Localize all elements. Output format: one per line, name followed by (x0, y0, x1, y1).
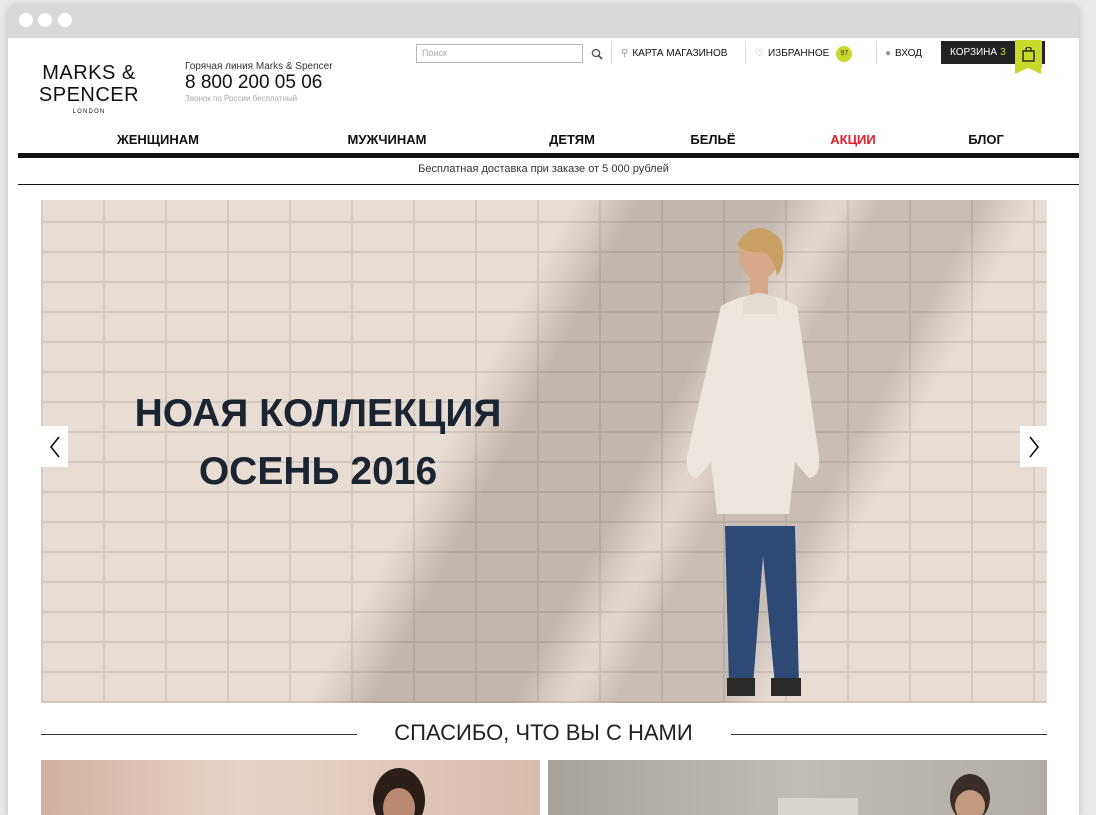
promo-tile-women-image (373, 768, 425, 815)
nav-item-men[interactable]: МУЖЧИНАМ (348, 132, 427, 147)
cart-label: КОРЗИНА (950, 47, 998, 58)
logo-line-2: SPENCER (38, 84, 140, 106)
logo-line-1: MARKS & (42, 62, 136, 84)
promo-divider (18, 184, 1079, 185)
hero-title-line-1: НОАЯ КОЛЛЕКЦИЯ (134, 392, 502, 435)
window-titlebar (8, 4, 1079, 38)
logo-line-3: LONDON (72, 109, 106, 115)
hotline-label: Горячая линия Marks & Spencer (185, 61, 333, 72)
cart-bag-icon[interactable] (1015, 40, 1042, 74)
nav-item-sale[interactable]: АКЦИИ (830, 132, 876, 147)
chevron-left-icon (49, 436, 60, 457)
promo-tile-women[interactable] (41, 760, 540, 815)
delivery-promo-banner: Бесплатная доставка при заказе от 5 000 … (418, 163, 669, 175)
cart-count: 3 (1000, 47, 1006, 58)
hero-title-line-2: ОСЕНЬ 2016 (198, 450, 438, 493)
promo-tile-men-image (778, 774, 990, 815)
divider (611, 41, 612, 64)
nav-item-lingerie[interactable]: БЕЛЬЁ (690, 132, 735, 147)
hero-banner[interactable]: НОАЯ КОЛЛЕКЦИЯ ОСЕНЬ 2016 (41, 200, 1047, 703)
favorites-link[interactable]: ♡ ИЗБРАННОЕ 97 (755, 44, 853, 63)
window-zoom-dot[interactable] (58, 13, 72, 27)
hotline-phone[interactable]: 8 800 200 05 06 (185, 72, 322, 94)
user-icon: ● (885, 48, 892, 59)
shopping-bag-icon (1022, 46, 1035, 62)
nav-divider (18, 153, 1079, 158)
login-label: ВХОД (895, 48, 922, 59)
hotline-note: Звонок по России бесплатный (185, 94, 298, 103)
nav-item-women[interactable]: ЖЕНЩИНАМ (117, 132, 199, 147)
search-input[interactable]: Поиск (416, 44, 583, 63)
browser-window: Поиск ⚲ КАРТА МАГАЗИНОВ ♡ ИЗБРАННОЕ 97 ●… (8, 4, 1079, 815)
store-map-link[interactable]: ⚲ КАРТА МАГАЗИНОВ (621, 44, 727, 63)
window-minimize-dot[interactable] (38, 13, 52, 27)
search-button[interactable] (587, 44, 607, 63)
promo-tile-men[interactable] (548, 760, 1047, 815)
divider (745, 41, 746, 64)
search-icon (591, 48, 603, 60)
nav-item-kids[interactable]: ДЕТЯМ (549, 132, 595, 147)
chevron-right-icon (1028, 436, 1039, 457)
nav-item-blog[interactable]: БЛОГ (968, 132, 1004, 147)
window-close-dot[interactable] (19, 13, 33, 27)
slider-prev-button[interactable] (41, 426, 68, 467)
favorites-count-badge: 97 (836, 45, 853, 62)
login-link[interactable]: ● ВХОД (885, 44, 922, 63)
location-pin-icon: ⚲ (621, 48, 629, 59)
store-map-label: КАРТА МАГАЗИНОВ (632, 48, 728, 59)
hero-model-image (686, 227, 820, 696)
section-heading-text: СПАСИБО, ЧТО ВЫ С НАМИ (376, 720, 711, 745)
brand-logo[interactable]: MARKS & SPENCER LONDON (34, 62, 144, 115)
page: Поиск ⚲ КАРТА МАГАЗИНОВ ♡ ИЗБРАННОЕ 97 ●… (8, 38, 1079, 815)
divider (876, 41, 877, 64)
heart-icon: ♡ (755, 48, 764, 59)
section-heading: СПАСИБО, ЧТО ВЫ С НАМИ (8, 720, 1079, 746)
favorites-label: ИЗБРАННОЕ (767, 48, 830, 59)
slider-next-button[interactable] (1020, 426, 1047, 467)
